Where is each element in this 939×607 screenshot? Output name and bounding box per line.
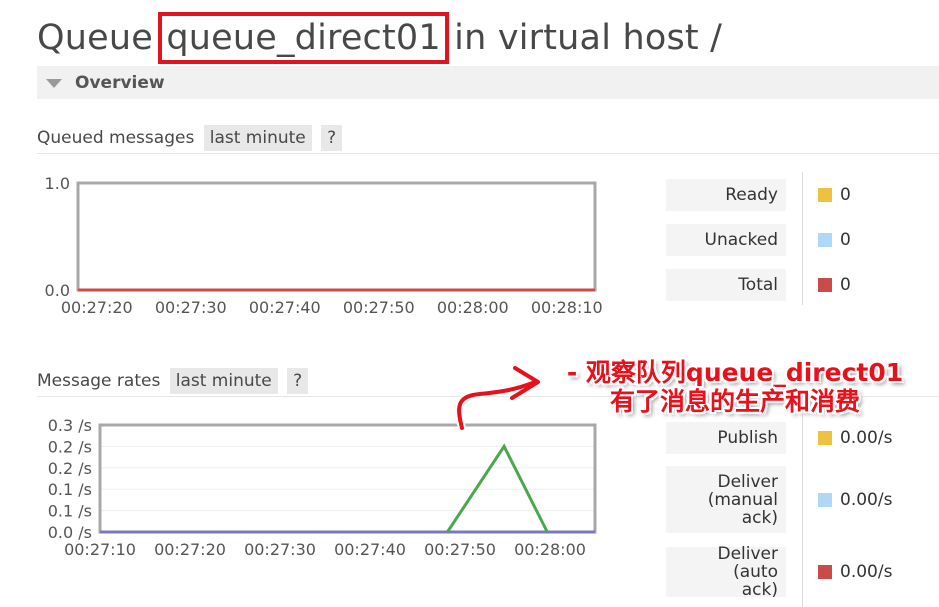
x-tick-label: 00:27:50 bbox=[424, 540, 496, 559]
x-tick-label: 00:27:40 bbox=[334, 540, 406, 559]
page-title: Queue queue_direct01 in virtual host / bbox=[37, 12, 723, 64]
divider bbox=[802, 172, 803, 305]
legend-label: Unacked bbox=[666, 224, 786, 256]
x-tick-label: 00:27:10 bbox=[64, 540, 136, 559]
triangle-down-icon bbox=[46, 79, 62, 88]
legend-label-text: Ready bbox=[725, 185, 778, 205]
color-swatch bbox=[818, 233, 832, 247]
y-tick-label: 1.0 bbox=[45, 174, 70, 193]
x-tick-label: 00:27:40 bbox=[249, 298, 321, 317]
y-tick-label: 0.3 /s bbox=[48, 416, 92, 435]
legend-value: 0.00/s bbox=[818, 422, 892, 454]
x-tick-label: 00:28:10 bbox=[531, 298, 603, 317]
message-rates-header: Message rates last minute ? bbox=[37, 368, 309, 394]
queued-messages-chart: 1.00.000:27:20 00:27:30 00:27:40 00:27:50 00… bbox=[45, 174, 603, 317]
x-tick-label: 00:27:30 bbox=[244, 540, 316, 559]
message-rates-chart: 0.0 /s0.1 /s0.1 /s0.2 /s0.2 /s0.3 /s00:2… bbox=[48, 416, 597, 559]
queue-name-highlight: queue_direct01 bbox=[158, 12, 449, 64]
x-tick-label: 00:27:50 bbox=[343, 298, 415, 317]
legend-label: Total bbox=[666, 269, 786, 301]
y-tick-label: 0.2 /s bbox=[48, 437, 92, 456]
legend-value-text: 0.00/s bbox=[840, 489, 893, 510]
legend-value-text: 0 bbox=[840, 275, 851, 295]
color-swatch bbox=[818, 431, 832, 445]
annotation-line-1: - 观察队列queue_direct01 bbox=[566, 358, 904, 387]
help-button[interactable]: ? bbox=[321, 125, 343, 151]
x-tick-label: 00:27:20 bbox=[61, 298, 133, 317]
annotation-text: - 观察队列queue_direct01 有了消息的生产和消费 bbox=[555, 358, 915, 416]
help-button[interactable]: ? bbox=[287, 368, 309, 394]
legend-value-text: 0.00/s bbox=[840, 562, 893, 582]
legend-value-text: 0 bbox=[840, 185, 851, 205]
divider bbox=[802, 415, 803, 607]
legend-label-text: Deliver (manual ack) bbox=[707, 471, 778, 528]
legend-label: Publish bbox=[666, 422, 786, 454]
color-swatch bbox=[818, 188, 832, 202]
color-swatch bbox=[818, 492, 832, 507]
x-tick-label: 00:27:20 bbox=[154, 540, 226, 559]
range-selector[interactable]: last minute bbox=[169, 368, 278, 394]
legend-label-text: Deliver (auto ack) bbox=[717, 544, 778, 600]
x-tick-label: 00:27:30 bbox=[155, 298, 227, 317]
legend-value: 0.00/s bbox=[818, 466, 892, 533]
queued-messages-label: Queued messages bbox=[37, 128, 195, 148]
title-suffix: in virtual host / bbox=[442, 18, 723, 58]
plot-frame bbox=[76, 181, 597, 292]
y-tick-label: 0.1 /s bbox=[48, 480, 92, 499]
legend-label: Ready bbox=[666, 179, 786, 211]
legend-value: 0 bbox=[818, 269, 851, 301]
queued-messages-header: Queued messages last minute ? bbox=[37, 125, 343, 151]
x-tick-label: 00:28:00 bbox=[514, 540, 586, 559]
overview-section-toggle[interactable]: Overview bbox=[37, 66, 939, 99]
title-prefix: Queue bbox=[37, 18, 165, 58]
legend-value-text: 0.00/s bbox=[840, 428, 893, 448]
legend-label: Deliver (manual ack) bbox=[666, 466, 786, 533]
legend-value-text: 0 bbox=[840, 230, 851, 250]
legend-label: Deliver (auto ack) bbox=[666, 544, 786, 600]
divider bbox=[37, 153, 939, 154]
legend-value: 0 bbox=[818, 224, 851, 256]
overview-label: Overview bbox=[75, 73, 165, 93]
legend-label-text: Publish bbox=[717, 428, 778, 448]
y-tick-label: 0.2 /s bbox=[48, 459, 92, 478]
annotation-line-2: 有了消息的生产和消费 bbox=[609, 387, 860, 416]
legend-label-text: Total bbox=[738, 275, 778, 295]
message-rates-label: Message rates bbox=[37, 371, 161, 391]
legend-value: 0 bbox=[818, 179, 851, 211]
annotation-arrow-icon bbox=[455, 364, 542, 432]
x-tick-label: 00:28:00 bbox=[437, 298, 509, 317]
color-swatch bbox=[818, 565, 832, 579]
color-swatch bbox=[818, 278, 832, 292]
legend-label-text: Unacked bbox=[704, 230, 778, 250]
y-tick-label: 0.1 /s bbox=[48, 502, 92, 521]
range-selector[interactable]: last minute bbox=[203, 125, 312, 151]
legend-value: 0.00/s bbox=[818, 547, 892, 597]
